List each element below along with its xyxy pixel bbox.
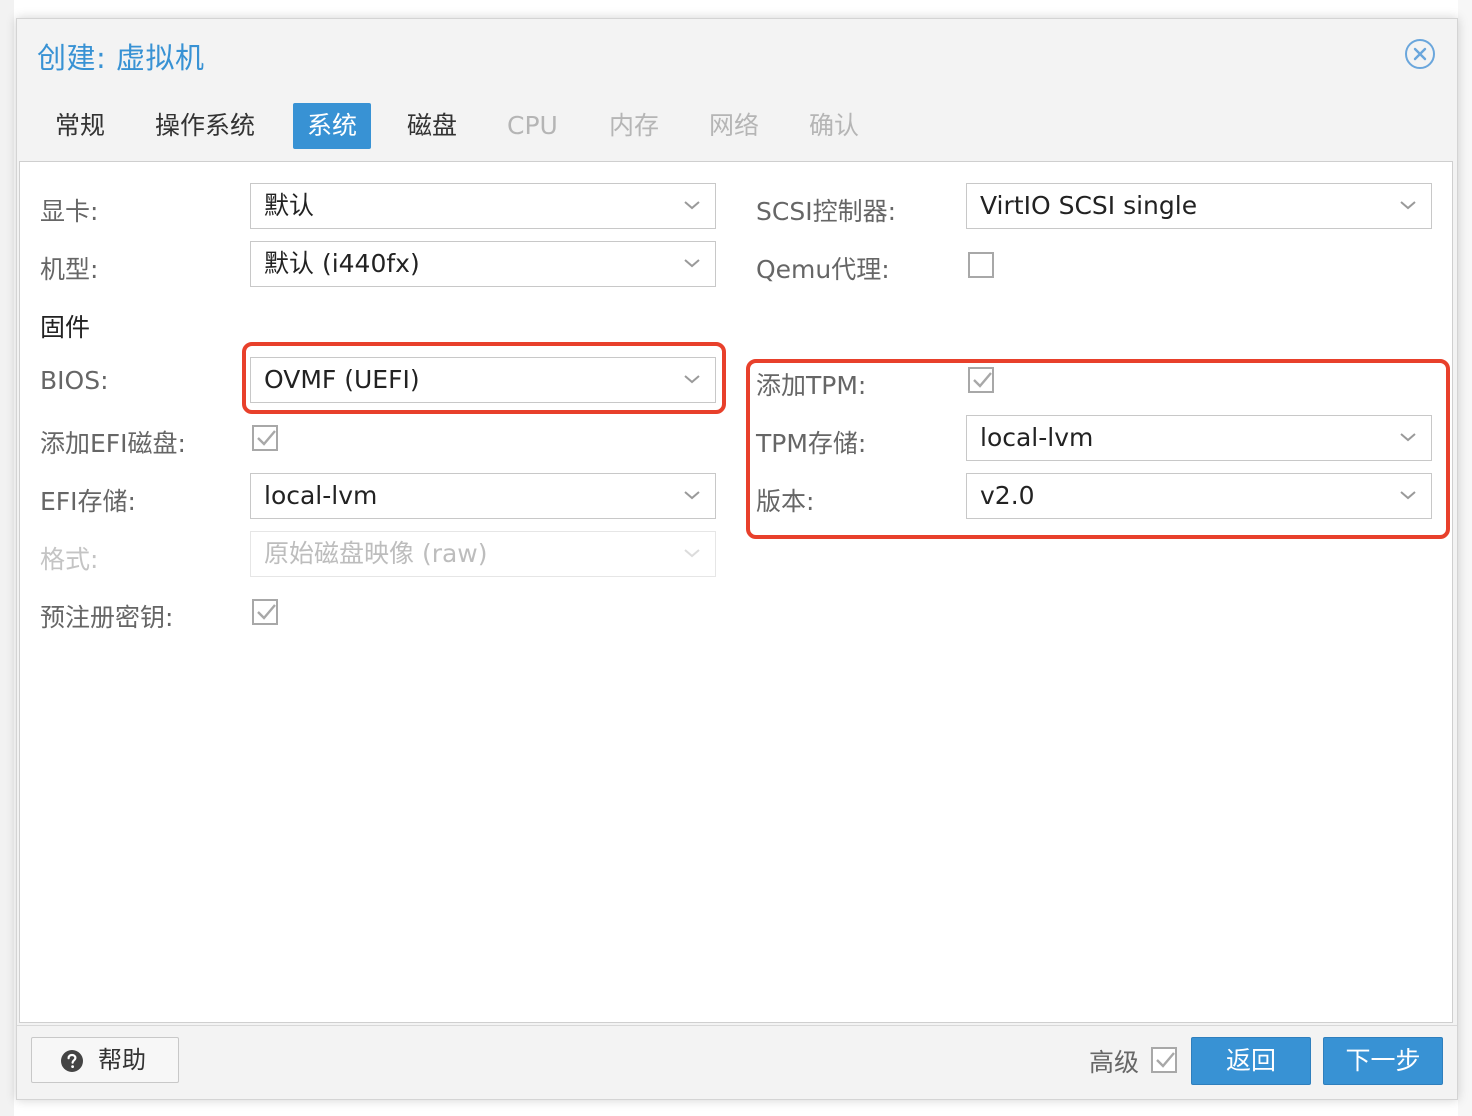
tab-os[interactable]: 操作系统 [141,103,269,149]
chevron-down-icon [1400,201,1416,210]
tab-cpu: CPU [507,111,558,140]
scsi-controller-label: SCSI控制器: [756,197,896,226]
advanced-checkbox[interactable] [1151,1047,1177,1073]
checkmark-icon [1156,1052,1175,1068]
bios-select[interactable]: OVMF (UEFI) [250,357,716,403]
checkmark-icon [973,372,992,388]
background-app-strip-right [1458,0,1472,1116]
format-value: 原始磁盘映像 (raw) [264,539,488,568]
chevron-down-icon [1400,433,1416,442]
format-label: 格式: [40,545,99,574]
help-button[interactable]: 帮助 [31,1037,179,1083]
scsi-controller-select[interactable]: VirtIO SCSI single [966,183,1432,229]
back-button[interactable]: 返回 [1191,1037,1311,1085]
bios-label: BIOS: [40,366,109,395]
next-button[interactable]: 下一步 [1323,1037,1443,1085]
question-circle-icon [61,1050,83,1072]
tpm-version-label: 版本: [756,487,815,516]
efi-storage-label: EFI存储: [40,487,136,516]
background-app-strip [0,0,14,1116]
tpm-storage-value: local-lvm [980,423,1094,452]
machine-value: 默认 (i440fx) [264,249,420,278]
qemu-agent-label: Qemu代理: [756,255,890,284]
advanced-label: 高级 [1089,1048,1140,1077]
tab-disks[interactable]: 磁盘 [393,103,471,149]
machine-label: 机型: [40,255,99,284]
tab-general[interactable]: 常规 [41,103,119,149]
chevron-down-icon [684,375,700,384]
chevron-down-icon [684,259,700,268]
chevron-down-icon [684,491,700,500]
add-efi-disk-label: 添加EFI磁盘: [40,429,186,458]
tpm-storage-label: TPM存储: [756,429,867,458]
tab-network: 网络 [709,111,760,140]
pre-enroll-keys-label: 预注册密钥: [40,603,174,632]
bios-value: OVMF (UEFI) [264,365,420,394]
efi-storage-select[interactable]: local-lvm [250,473,716,519]
tpm-version-select[interactable]: v2.0 [966,473,1432,519]
help-button-label: 帮助 [98,1046,146,1074]
dialog-title: 创建: 虚拟机 [37,41,205,75]
chevron-down-icon [684,201,700,210]
graphics-value: 默认 [264,191,315,220]
tab-memory: 内存 [609,111,660,140]
chevron-down-icon [1400,491,1416,500]
tab-confirm: 确认 [809,111,860,140]
tpm-version-value: v2.0 [980,481,1035,510]
system-settings-panel: 显卡: 默认 机型: 默认 (i440fx) 固件 BIOS: OVMF (UE… [19,161,1453,1023]
footer-divider [17,1025,1457,1026]
pre-enroll-keys-checkbox[interactable] [252,599,278,625]
create-vm-dialog: 创建: 虚拟机 常规 操作系统 系统 磁盘 CPU 内存 网络 确认 显卡: 默… [16,18,1458,1100]
add-tpm-label: 添加TPM: [756,371,867,400]
chevron-down-icon [684,549,700,558]
scsi-controller-value: VirtIO SCSI single [980,191,1198,220]
qemu-agent-checkbox[interactable] [968,252,994,278]
close-icon[interactable] [1405,39,1435,69]
tab-system[interactable]: 系统 [293,103,372,149]
format-select: 原始磁盘映像 (raw) [250,531,716,577]
tpm-storage-select[interactable]: local-lvm [966,415,1432,461]
checkmark-icon [257,430,276,446]
graphics-label: 显卡: [40,197,99,226]
machine-select[interactable]: 默认 (i440fx) [250,241,716,287]
add-tpm-checkbox[interactable] [968,367,994,393]
checkmark-icon [257,604,276,620]
firmware-section-title: 固件 [40,313,91,342]
graphics-select[interactable]: 默认 [250,183,716,229]
efi-storage-value: local-lvm [264,481,378,510]
add-efi-disk-checkbox[interactable] [252,425,278,451]
